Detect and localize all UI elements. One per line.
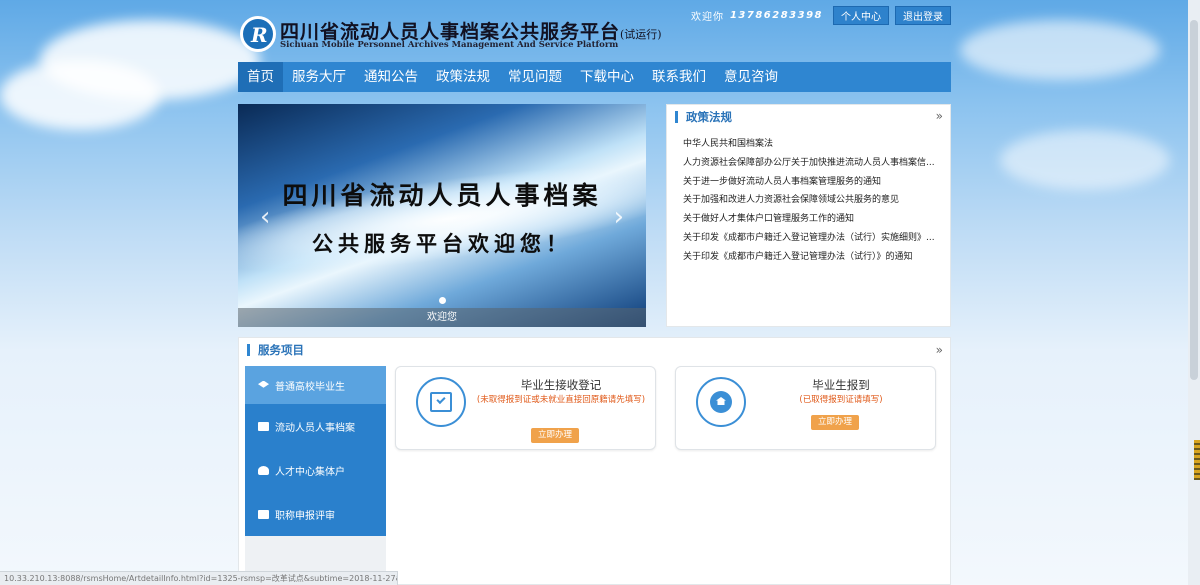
policy-more-icon[interactable]: » [936,109,943,123]
policy-link[interactable]: 中华人民共和国档案法 [683,135,940,154]
scrollbar-thumb[interactable] [1190,20,1198,380]
policy-link[interactable]: 关于印发《成都市户籍迁入登记管理办法（试行）》的通知 [683,248,940,267]
panel-accent-bar [247,344,250,356]
policy-panel: 政策法规 » 中华人民共和国档案法 人力资源社会保障部办公厅关于加快推进流动人员… [666,104,951,327]
nav-faq[interactable]: 常见问题 [499,62,571,92]
service-card-report: 毕业生报到 (已取得报到证请填写) 立即办理 [675,366,936,450]
main-nav: 首页 服务大厅 通知公告 政策法规 常见问题 下载中心 联系我们 意见咨询 [238,62,951,92]
site-subtitle: Sichuan Mobile Personnel Archives Manage… [280,40,619,50]
policy-link[interactable]: 关于加强和改进人力资源社会保障领域公共服务的意见 [683,191,940,210]
services-more-icon[interactable]: » [936,343,943,357]
nav-notices[interactable]: 通知公告 [355,62,427,92]
cloud-decoration [0,60,160,130]
site-header: R 四川省流动人员人事档案公共服务平台(试运行) Sichuan Mobile … [238,0,951,62]
user-bar: 欢迎你 13786283398 个人中心 退出登录 [691,6,951,25]
calendar-check-icon [416,377,466,427]
archive-icon [258,421,269,431]
nav-home[interactable]: 首页 [238,62,283,92]
user-phone: 13786283398 [729,10,823,21]
policy-link[interactable]: 人力资源社会保障部办公厅关于加快推进流动人员人事档案信... [683,154,940,173]
policy-panel-title: 政策法规 [686,110,732,124]
carousel-dot[interactable] [439,297,446,304]
services-panel-title: 服务项目 [258,343,304,357]
nav-feedback[interactable]: 意见咨询 [715,62,787,92]
service-menu-label: 人才中心集体户 [275,466,345,478]
carousel-prev-icon[interactable]: ‹ [260,204,270,230]
nav-policies[interactable]: 政策法规 [427,62,499,92]
home-icon [696,377,746,427]
service-menu-label: 普通高校毕业生 [275,381,345,393]
services-panel-header: 服务项目 » [239,339,950,361]
apply-now-button[interactable]: 立即办理 [811,415,859,430]
nav-service-hall[interactable]: 服务大厅 [283,62,355,92]
policy-link[interactable]: 关于印发《成都市户籍迁入登记管理办法（试行）实施细则》... [683,229,940,248]
site-title-suffix: (试运行) [620,28,662,41]
service-card-title: 毕业生报到 [812,378,870,392]
policy-panel-header: 政策法规 » [667,105,950,129]
welcome-text: 欢迎你 [690,12,724,23]
site-logo[interactable]: R [240,16,276,52]
service-menu-label: 流动人员人事档案 [275,422,355,434]
service-card-registration: 毕业生接收登记 (未取得报到证或未就业直接回原籍请先填写) 立即办理 [395,366,656,450]
people-icon [258,465,269,475]
service-card-title: 毕业生接收登记 [520,378,602,392]
services-panel: 服务项目 » 普通高校毕业生 流动人员人事档案 人才中心集体户 职称申报评审 毕… [238,337,951,585]
banner-line1: 四川省流动人员人事档案 [282,181,602,210]
banner-light-decoration [238,144,646,294]
graduation-cap-icon [258,380,269,388]
policy-list: 中华人民共和国档案法 人力资源社会保障部办公厅关于加快推进流动人员人事档案信..… [667,129,950,267]
document-icon [258,509,269,519]
page-container: R 四川省流动人员人事档案公共服务平台(试运行) Sichuan Mobile … [238,0,951,585]
banner-caption: 欢迎您 [238,308,646,327]
logout-button[interactable]: 退出登录 [895,6,951,25]
apply-now-button[interactable]: 立即办理 [531,428,579,443]
page-scrollbar[interactable] [1188,0,1200,585]
policy-link[interactable]: 关于做好人才集体户口管理服务工作的通知 [683,210,940,229]
nav-contact[interactable]: 联系我们 [643,62,715,92]
services-menu: 普通高校毕业生 流动人员人事档案 人才中心集体户 职称申报评审 [245,366,386,585]
policy-link[interactable]: 关于进一步做好流动人员人事档案管理服务的通知 [683,173,940,192]
service-menu-item-graduates[interactable]: 普通高校毕业生 [245,366,386,404]
cloud-decoration [1000,130,1170,190]
service-card-note: (已取得报到证请填写) [799,395,883,405]
side-handle[interactable] [1194,440,1200,480]
cloud-decoration [960,20,1160,80]
service-menu-item-archives[interactable]: 流动人员人事档案 [245,404,386,448]
service-card-note: (未取得报到证或未就业直接回原籍请先填写) [476,395,646,405]
browser-status-url: 10.33.210.13:8088/rsmsHome/ArtdetailInfo… [0,571,398,585]
banner-line2: 公共服务平台欢迎您！ [312,231,572,256]
logo-letter: R [251,23,268,47]
personal-center-button[interactable]: 个人中心 [833,6,889,25]
service-menu-item-collective-household[interactable]: 人才中心集体户 [245,448,386,492]
service-menu-label: 职称申报评审 [275,510,335,522]
nav-downloads[interactable]: 下载中心 [571,62,643,92]
carousel-next-icon[interactable]: › [614,204,624,230]
panel-accent-bar [675,111,678,123]
service-menu-item-title-review[interactable]: 职称申报评审 [245,492,386,536]
banner-carousel[interactable]: 四川省流动人员人事档案 公共服务平台欢迎您！ ‹ › 欢迎您 [238,104,646,327]
